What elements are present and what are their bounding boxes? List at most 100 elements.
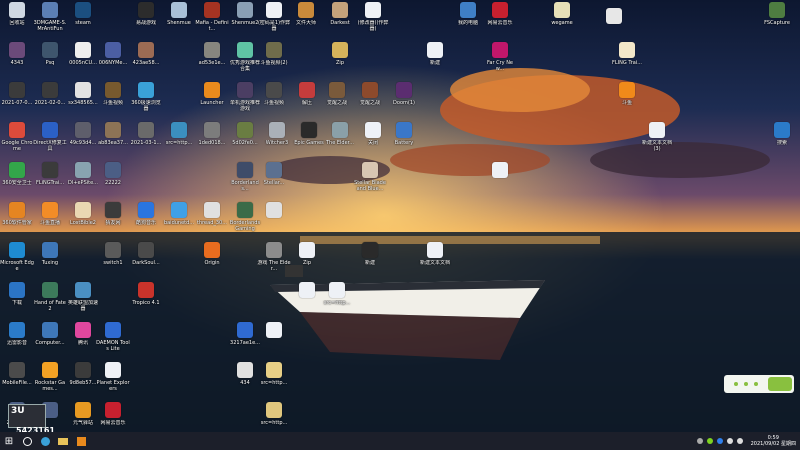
desktop-icon[interactable]: baidunetd... [162, 202, 196, 226]
desktop-icon[interactable]: 解压 [290, 82, 324, 106]
desktop-icon[interactable]: Psq [33, 42, 67, 66]
volume-icon[interactable] [736, 438, 743, 444]
desktop-icon[interactable]: 新建文本文档(3) [640, 122, 674, 152]
desktop-icon[interactable]: 3DMGAME-S.MrAntiFun [33, 2, 67, 32]
desktop-icon[interactable] [257, 322, 291, 340]
desktop-icon[interactable]: Doom(1) [387, 82, 421, 106]
desktop-icon[interactable]: 斗鱼直播 [33, 202, 67, 226]
desktop-icon[interactable]: Tropico 4.1 [129, 282, 163, 306]
desktop-icon[interactable]: Darkest [323, 2, 357, 26]
desktop-icon[interactable]: Planet Explorers [96, 362, 130, 392]
desktop-icon[interactable]: ab83ea37... [96, 122, 130, 146]
desktop-icon[interactable]: 英雄联盟加速器 [66, 282, 100, 312]
desktop-icon[interactable]: Epic Games [292, 122, 326, 146]
desktop-icon[interactable]: Witcher3 [260, 122, 294, 146]
desktop-icon[interactable]: LostBible2 [66, 202, 100, 226]
taskbar-app-folder[interactable] [54, 432, 72, 450]
desktop-icon[interactable]: 2021-07-0... [0, 82, 34, 106]
desktop-icon[interactable]: src=http... [320, 282, 354, 306]
desktop-icon[interactable]: Stellar Blade and Blue... [353, 162, 387, 192]
desktop-icon[interactable]: ad53e1e... [195, 42, 229, 66]
desktop-icon[interactable]: 360软件管家 [0, 202, 34, 226]
desktop-icon[interactable]: 搜索 [765, 122, 799, 146]
desktop-icon[interactable]: The Elder... [323, 122, 357, 146]
desktop-icon[interactable]: Computer... [33, 322, 67, 346]
desktop-icon[interactable]: DAEMON Tools Lite [96, 322, 130, 352]
desktop-icon[interactable]: thread_30... [195, 202, 229, 226]
desktop-icon[interactable]: 腾讯 [66, 322, 100, 346]
desktop-icon[interactable]: Microsoft Edge [0, 242, 34, 272]
desktop-icon[interactable]: 游戏 The Elder... [257, 242, 291, 272]
taskbar-app-search[interactable] [18, 432, 36, 450]
notification-popup[interactable] [724, 375, 794, 393]
desktop-icon[interactable]: 斗鱼 [610, 82, 644, 106]
taskbar-app-360[interactable] [36, 432, 54, 450]
desktop-icon[interactable]: wegame [545, 2, 579, 26]
desktop-icon[interactable]: 关闭 [356, 122, 390, 146]
desktop-icon[interactable]: Origin [195, 242, 229, 266]
desktop-icon[interactable]: 易战游戏 [129, 2, 163, 26]
desktop-icon[interactable]: (修改器)(作弊器) [356, 2, 390, 32]
desktop-icon[interactable]: 斗鱼视频 [257, 82, 291, 106]
desktop-icon[interactable]: 斗鱼视频(2) [257, 42, 291, 66]
desktop-icon[interactable]: 文件大师 [289, 2, 323, 26]
desktop-icon[interactable]: src=http... [257, 362, 291, 386]
desktop-icon[interactable] [483, 162, 517, 180]
desktop-icon[interactable]: 1ded018... [195, 122, 229, 146]
desktop-icon[interactable]: 360安全卫士 [0, 162, 34, 186]
desktop-icon[interactable]: FLING Trai... [610, 42, 644, 66]
desktop-icon[interactable]: DirectX修复工具 [33, 122, 67, 152]
up-arrow-icon[interactable] [696, 438, 703, 444]
desktop-icon[interactable]: 2021-02-0... [33, 82, 67, 106]
desktop-icon[interactable]: 迅雷影音 [0, 322, 34, 346]
desktop-icon[interactable]: Stellar... [257, 162, 291, 186]
desktop-icon[interactable]: Zip [290, 242, 324, 266]
desktop-icon[interactable]: 0005nCU... [66, 42, 100, 66]
app-tray-icon[interactable] [716, 438, 723, 444]
desktop-icon[interactable]: DarkSoul... [129, 242, 163, 266]
clock[interactable]: 0:59 2021/09/02 星期四 [751, 435, 796, 447]
desktop-icon[interactable]: 新建文本文档 [418, 242, 452, 266]
desktop-icon[interactable]: 猜友网 [96, 202, 130, 226]
desktop-icon[interactable]: 5d02fe0... [228, 122, 262, 146]
desktop-icon[interactable]: Mafia - Definit... [195, 2, 229, 32]
desktop-icon[interactable]: Tuxing [33, 242, 67, 266]
desktop-icon[interactable]: 网易云音乐 [96, 402, 130, 426]
desktop-icon[interactable]: 423ae58... [129, 42, 163, 66]
desktop-icon[interactable]: FLiNGTrai... [33, 162, 67, 186]
desktop-icon[interactable]: MobileFile... [0, 362, 34, 386]
desktop-icon[interactable]: 22222 [96, 162, 130, 186]
desktop-icon[interactable]: 网易云音乐 [483, 2, 517, 26]
taskbar-app-other[interactable] [72, 432, 90, 450]
desktop-icon[interactable]: Hand of Fate 2 [33, 282, 67, 312]
desktop-icon[interactable]: 斗鱼视频 [96, 82, 130, 106]
desktop-icon[interactable]: 我的电脑 [451, 2, 485, 26]
desktop-icon[interactable]: FSCapture [760, 2, 794, 26]
desktop-icon[interactable]: 下载 [0, 282, 34, 306]
desktop-icon[interactable] [290, 282, 324, 300]
desktop-icon[interactable]: 元气驿站 [66, 402, 100, 426]
desktop-icon[interactable]: Launcher [195, 82, 229, 106]
desktop-icon[interactable] [597, 8, 631, 26]
desktop-icon[interactable]: Dl+ePSite... [66, 162, 100, 186]
desktop-icon[interactable]: 9d8eb57... [66, 362, 100, 386]
desktop-icon[interactable]: Battery [387, 122, 421, 146]
desktop-icon[interactable]: 新建 [353, 242, 387, 266]
desktop-icon[interactable]: 360极速浏览器 [129, 82, 163, 112]
desktop-icon[interactable]: Zip [323, 42, 357, 66]
desktop-icon[interactable]: 006NYMe... [96, 42, 130, 66]
desktop-icon[interactable]: 新建 [418, 42, 452, 66]
app-tray-icon[interactable] [706, 438, 713, 444]
desktop-icon[interactable]: switch1 [96, 242, 130, 266]
network-icon[interactable] [726, 438, 733, 444]
start-button[interactable]: ⊞ [0, 432, 18, 450]
desktop-icon[interactable]: 4343 [0, 42, 34, 66]
desktop-icon[interactable]: 觉醒之战 [353, 82, 387, 106]
desktop-icon[interactable]: 2021-03-1... [129, 122, 163, 146]
desktop-icon[interactable]: Far Cry New... [483, 42, 517, 72]
desktop-icon[interactable]: 觉醒之战 [320, 82, 354, 106]
desktop-icon[interactable]: 回收站 [0, 2, 34, 26]
desktop-icon[interactable]: src=http... [162, 122, 196, 146]
desktop-icon[interactable]: 49c93d4... [66, 122, 100, 146]
desktop-icon[interactable] [257, 202, 291, 220]
